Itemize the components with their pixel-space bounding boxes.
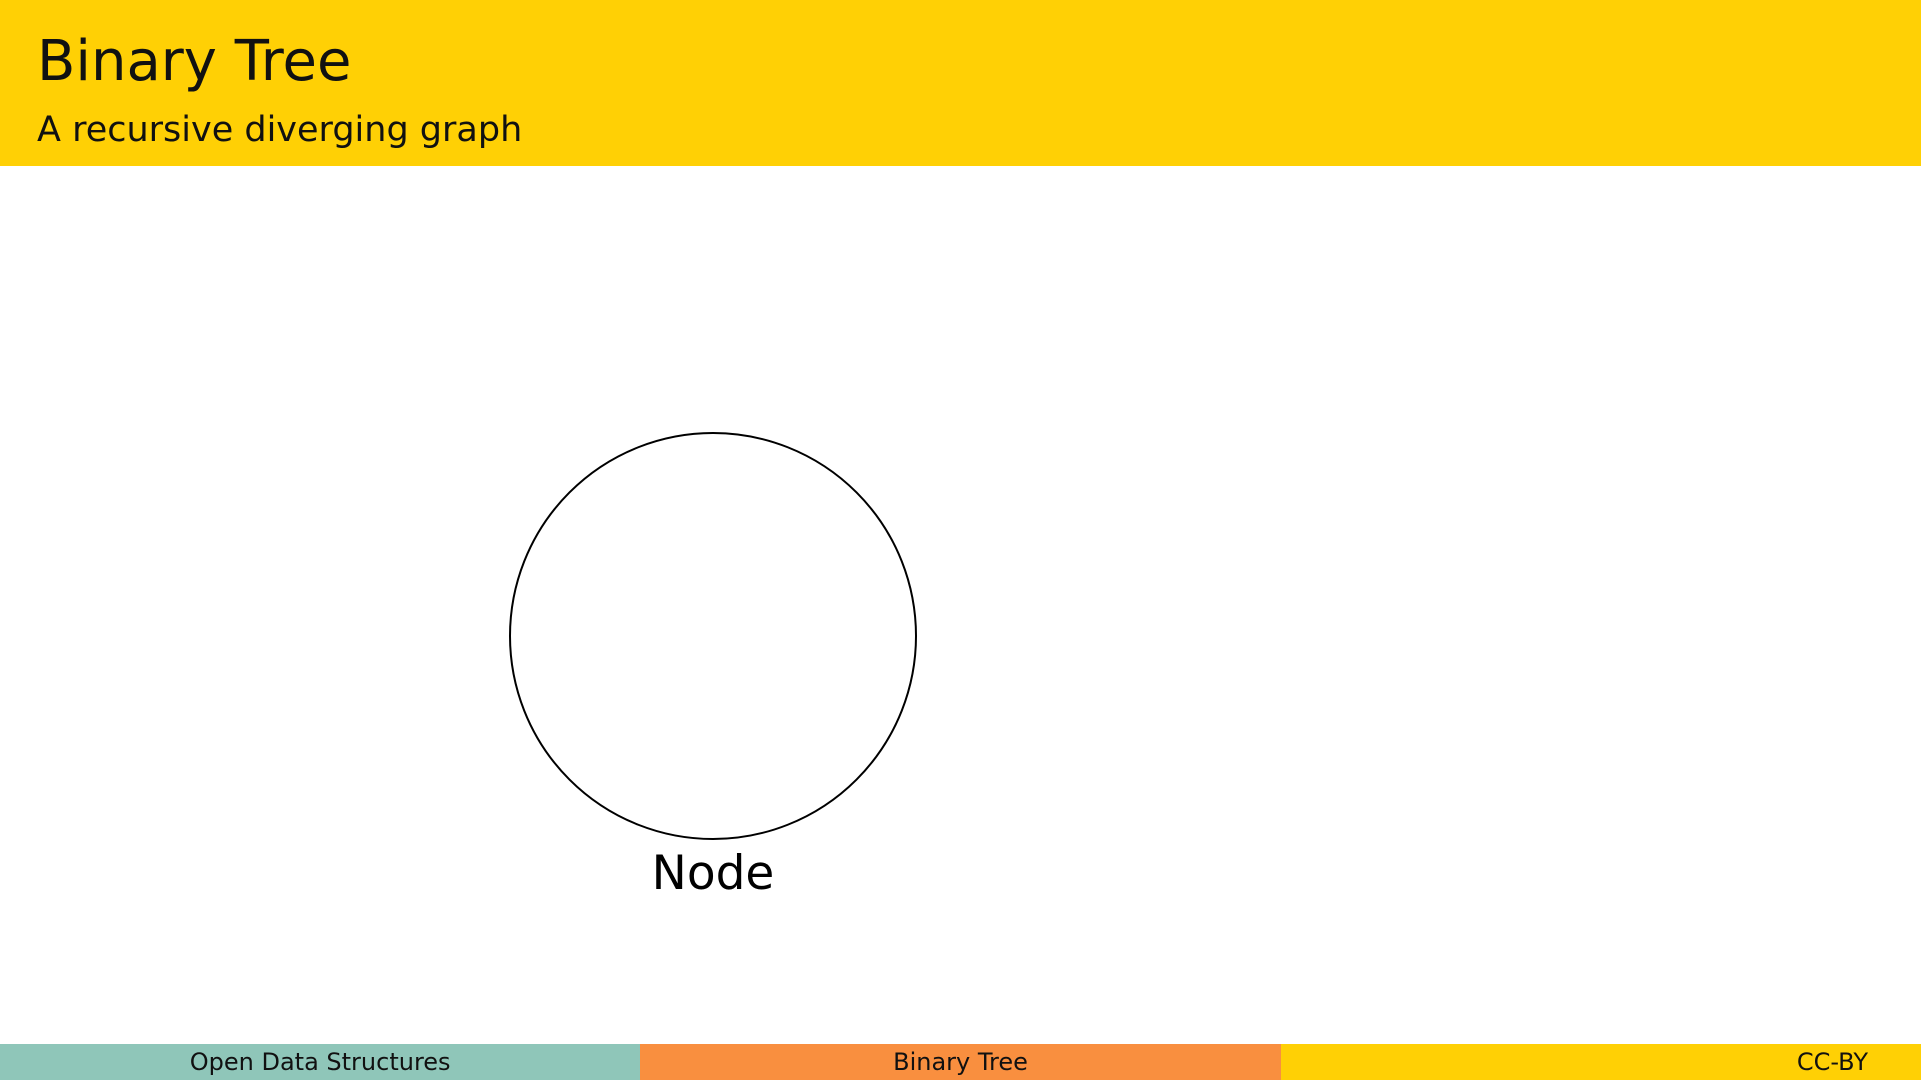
node-label: Node xyxy=(652,846,775,901)
slide: Binary Tree A recursive diverging graph … xyxy=(0,0,1921,1080)
slide-title: Binary Tree xyxy=(37,29,352,94)
tree-diagram: Node xyxy=(509,432,917,901)
tree-node-circle xyxy=(509,432,917,840)
header-bar: Binary Tree A recursive diverging graph xyxy=(0,0,1921,166)
slide-subtitle: A recursive diverging graph xyxy=(37,110,523,150)
footer-course-title: Open Data Structures xyxy=(0,1044,641,1080)
footer-section-title: Binary Tree xyxy=(640,1044,1281,1080)
footer-license: CC-BY xyxy=(1280,1044,1921,1080)
footer-bar: Open Data Structures Binary Tree CC-BY xyxy=(0,1044,1921,1080)
